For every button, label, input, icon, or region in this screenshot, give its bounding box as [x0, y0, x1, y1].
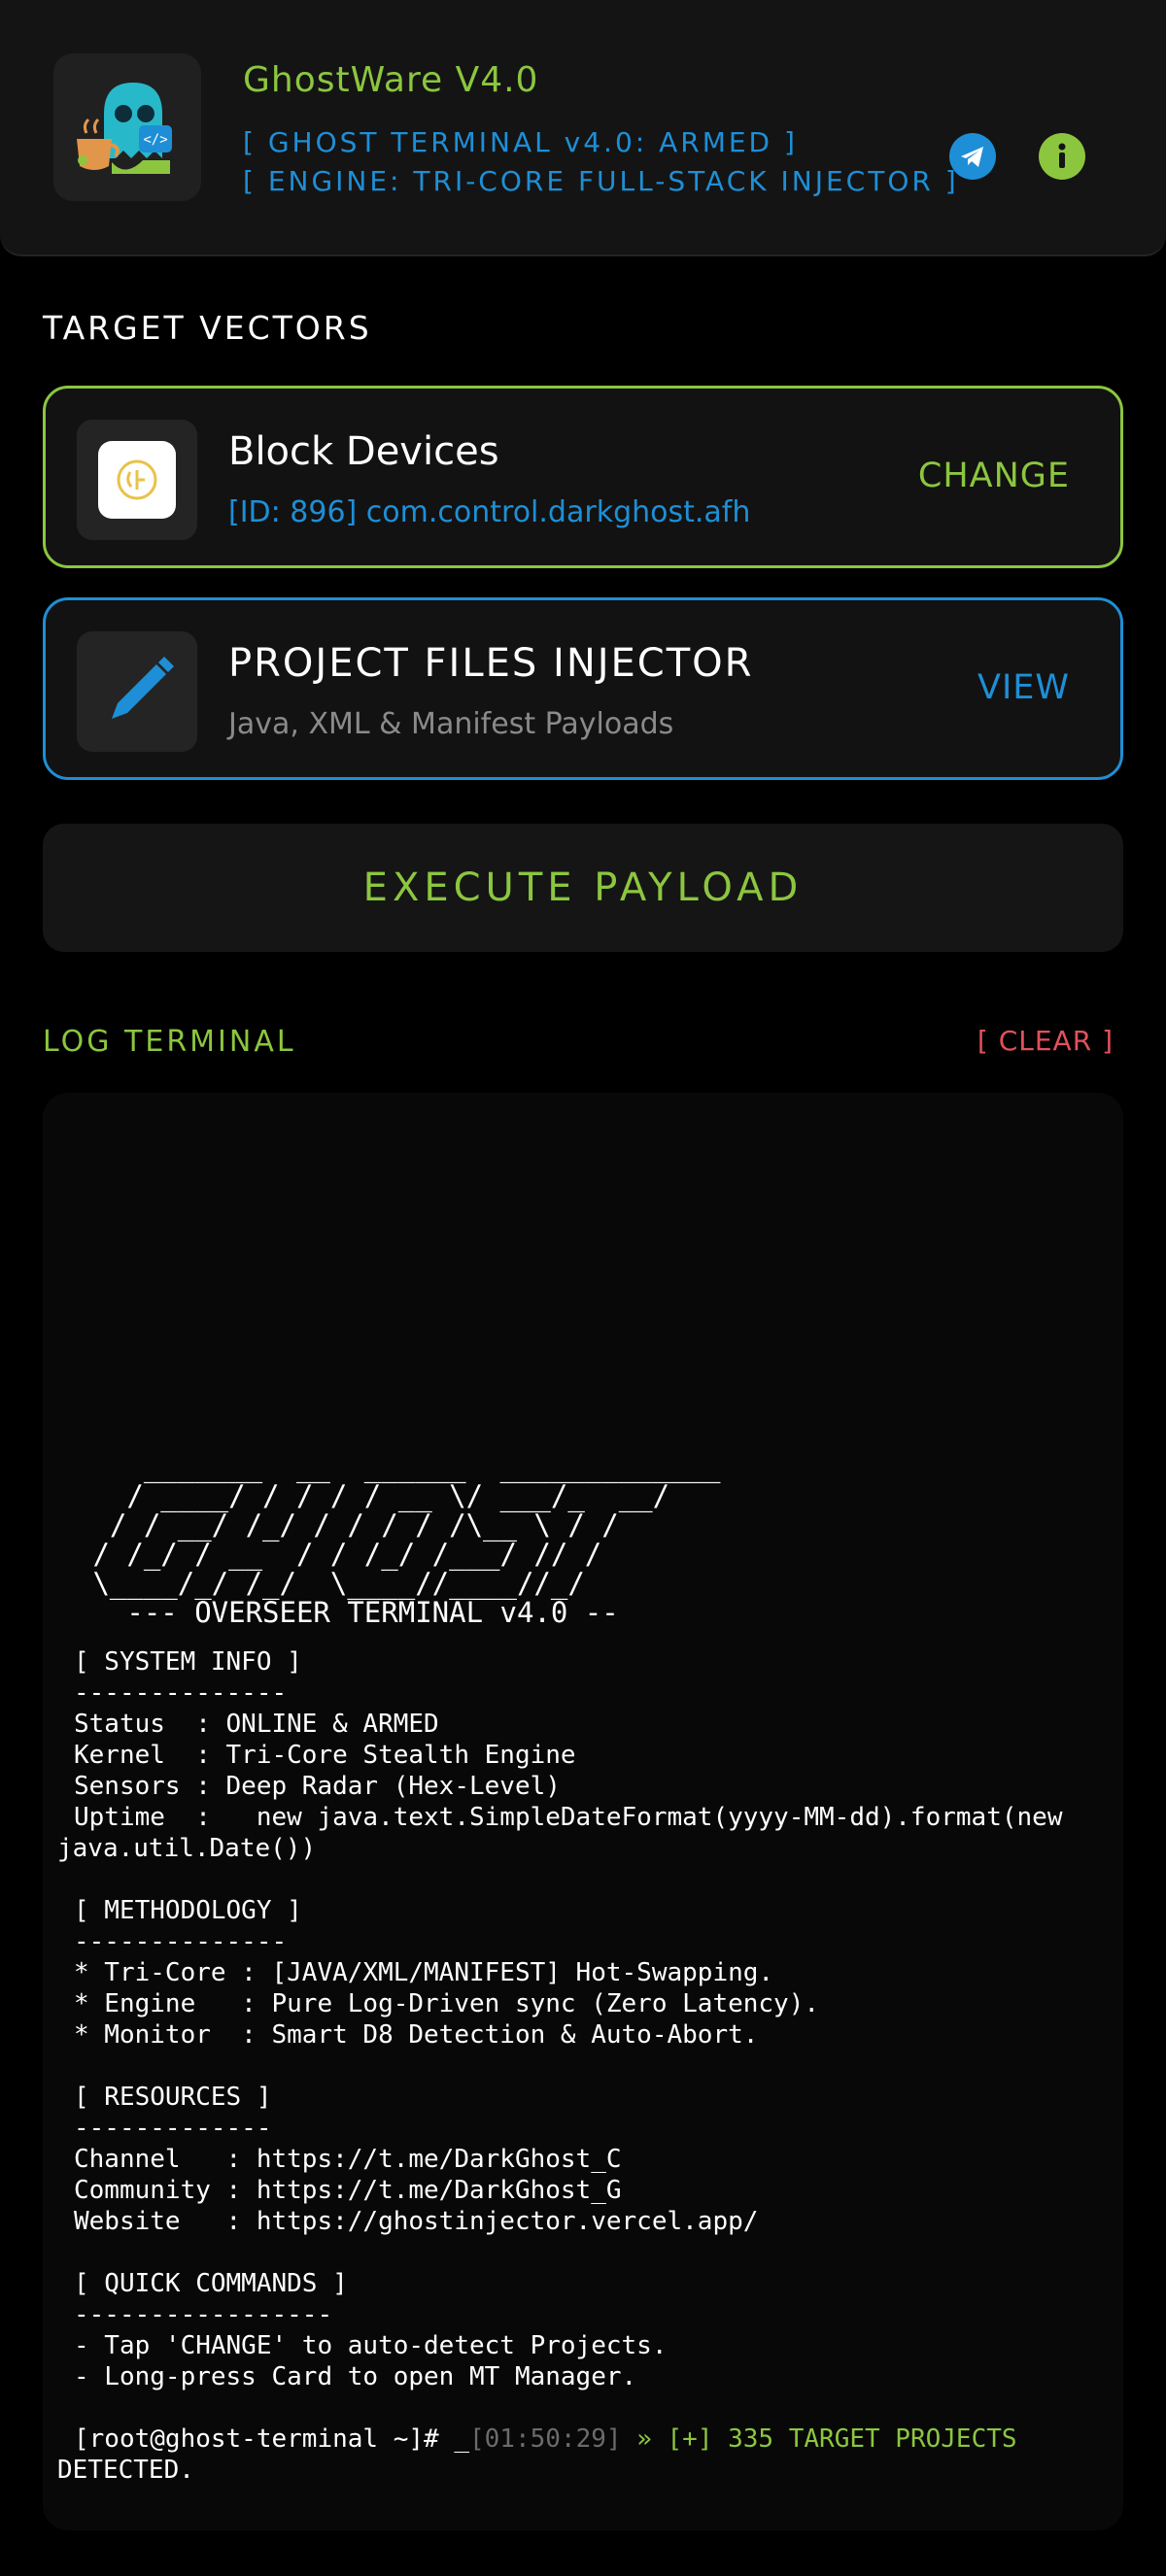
kernel-line: Kernel : Tri-Core Stealth Engine	[74, 1741, 576, 1770]
log-timestamp: [01:50:29]	[469, 2424, 622, 2454]
status-line: [ GHOST TERMINAL v4.0: ARMED ]	[243, 126, 798, 158]
log-terminal-title: LOG TERMINAL	[43, 1025, 296, 1059]
uptime-line: Uptime : new java.text.SimpleDateFormat(…	[74, 1803, 1063, 1832]
target-vectors-title: TARGET VECTORS	[43, 309, 372, 347]
methodology-item: * Monitor : Smart D8 Detection & Auto-Ab…	[74, 2020, 759, 2050]
methodology-rule: --------------	[74, 1927, 288, 1956]
log-result: » [+] 335 TARGET PROJECTS	[621, 2424, 1017, 2454]
target-app-package: [ID: 896] com.control.darkghost.afh	[228, 495, 751, 529]
info-button[interactable]	[1039, 133, 1085, 180]
svg-text:</>: </>	[143, 132, 167, 148]
methodology-heading: [ METHODOLOGY ]	[74, 1896, 302, 1925]
status-line: Status : ONLINE & ARMED	[74, 1710, 439, 1739]
resources-rule: -------------	[74, 2114, 272, 2143]
target-app-name: Block Devices	[228, 429, 499, 474]
methodology-item: * Engine : Pure Log-Driven sync (Zero La…	[74, 1989, 820, 2018]
app-title: GhostWare V4.0	[243, 60, 539, 100]
methodology-item: * Tri-Core : [JAVA/XML/MANIFEST] Hot-Swa…	[74, 1958, 774, 1987]
ghost-logo-icon: </>	[77, 83, 172, 174]
target-app-card[interactable]: Block Devices [ID: 896] com.control.dark…	[43, 386, 1123, 568]
system-info-rule: --------------	[74, 1678, 288, 1708]
project-files-card[interactable]: PROJECT FILES INJECTOR Java, XML & Manif…	[43, 597, 1123, 780]
project-files-title: PROJECT FILES INJECTOR	[228, 641, 754, 686]
engine-line: [ ENGINE: TRI-CORE FULL-STACK INJECTOR ]	[243, 165, 959, 197]
project-files-subtitle: Java, XML & Manifest Payloads	[228, 707, 674, 741]
system-info-heading: [ SYSTEM INFO ]	[74, 1647, 302, 1677]
info-icon	[1058, 143, 1066, 168]
target-app-icon	[98, 441, 176, 519]
sensors-line: Sensors : Deep Radar (Hex-Level)	[74, 1772, 561, 1801]
clear-log-button[interactable]: [ CLEAR ]	[977, 1025, 1114, 1057]
execute-payload-button[interactable]: EXECUTE PAYLOAD	[43, 824, 1123, 952]
app-logo: </>	[53, 53, 201, 201]
website-link[interactable]: Website : https://ghostinjector.vercel.a…	[74, 2207, 758, 2236]
terminal-prompt-line: [root@ghost-terminal ~]# _[01:50:29] » […	[74, 2424, 1017, 2454]
ascii-banner: _______ __ ______ _____________ / ____/ …	[92, 1450, 721, 1629]
telegram-icon	[961, 147, 983, 167]
quick-commands-heading: [ QUICK COMMANDS ]	[74, 2269, 348, 2298]
resources-heading: [ RESOURCES ]	[74, 2083, 272, 2112]
telegram-button[interactable]	[949, 133, 996, 180]
quick-commands-rule: -----------------	[74, 2300, 333, 2329]
change-button[interactable]: CHANGE	[918, 457, 1070, 495]
files-icon-frame	[77, 631, 197, 752]
quick-command-item: - Tap 'CHANGE' to auto-detect Projects.	[74, 2331, 668, 2360]
app-header: </> GhostWare V4.0 [ GHOST TERMINAL v4.0…	[0, 0, 1166, 256]
view-button[interactable]: VIEW	[977, 668, 1070, 707]
community-link[interactable]: Community : https://t.me/DarkGhost_G	[74, 2176, 622, 2205]
channel-link[interactable]: Channel : https://t.me/DarkGhost_C	[74, 2145, 622, 2174]
quick-command-item: - Long-press Card to open MT Manager.	[74, 2362, 637, 2391]
shell-prompt: [root@ghost-terminal ~]# _	[74, 2424, 469, 2454]
uptime-line-wrap: java.util.Date())	[57, 1834, 317, 1863]
pen-icon	[112, 657, 174, 719]
app-icon-frame	[77, 420, 197, 540]
log-result-wrap: DETECTED.	[57, 2456, 194, 2485]
